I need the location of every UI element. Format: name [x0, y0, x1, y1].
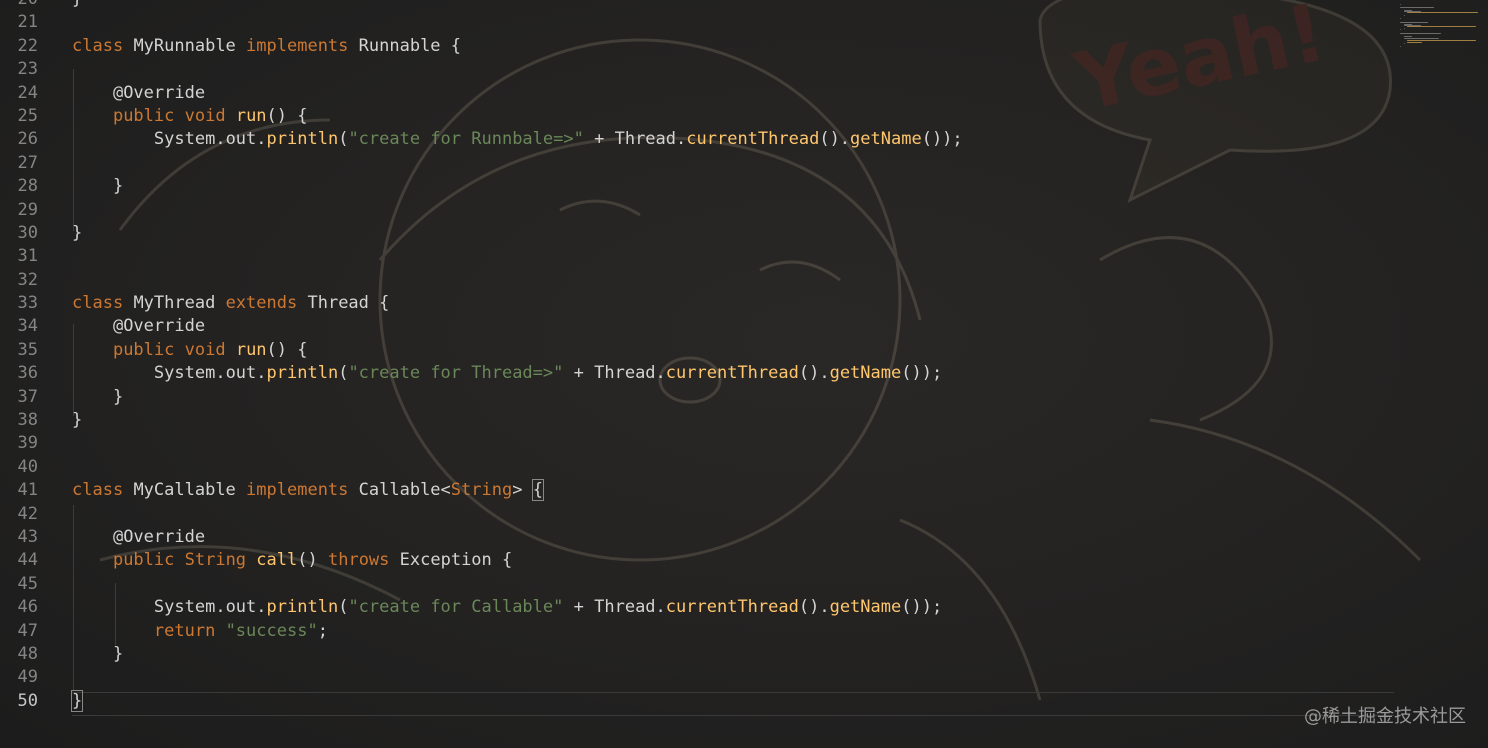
line-source[interactable]: @Override	[72, 526, 205, 549]
line-source[interactable]: return "success";	[72, 620, 328, 643]
line-number: 37	[17, 386, 38, 407]
line-number: 21	[17, 12, 38, 33]
line-number: 36	[17, 363, 38, 384]
minimap-line	[1400, 29, 1401, 31]
line-number: 33	[17, 293, 38, 314]
code-line[interactable]: 29	[0, 199, 1400, 222]
line-source[interactable]: class MyThread extends Thread {	[72, 292, 389, 315]
line-number: 20	[0, 0, 38, 11]
line-source[interactable]: }	[72, 409, 82, 432]
minimap-line	[1403, 15, 1405, 17]
line-source[interactable]: public void run() {	[72, 339, 308, 362]
line-number: 34	[17, 316, 38, 337]
code-line[interactable]: 43 @Override	[0, 526, 1400, 549]
code-line[interactable]: 25 public void run() {	[0, 105, 1400, 128]
code-line[interactable]: 34 @Override	[0, 315, 1400, 338]
code-line[interactable]: 38}	[0, 409, 1400, 432]
line-number: 24	[17, 82, 38, 103]
line-source[interactable]: class MyCallable implements Callable<Str…	[72, 479, 544, 502]
line-number: 38	[17, 410, 38, 431]
line-source[interactable]: }	[70, 689, 84, 713]
code-line[interactable]: 27	[0, 152, 1400, 175]
line-number: 27	[17, 152, 38, 173]
code-line[interactable]: 46 System.out.println("create for Callab…	[0, 596, 1400, 619]
code-line[interactable]: 36 System.out.println("create for Thread…	[0, 362, 1400, 385]
code-line[interactable]: 37 }	[0, 386, 1400, 409]
minimap-line	[1400, 33, 1442, 35]
code-line[interactable]: 39	[0, 432, 1400, 455]
line-number: 50	[17, 690, 38, 711]
line-number: 49	[17, 667, 38, 688]
line-number: 41	[17, 480, 38, 501]
code-line[interactable]: 49	[0, 666, 1400, 689]
line-number: 42	[17, 503, 38, 524]
minimap-line	[1403, 37, 1439, 39]
line-number: 39	[17, 433, 38, 454]
code-line[interactable]: 48 }	[0, 643, 1400, 666]
code-line[interactable]: 22 class MyRunnable implements Runnable {	[0, 35, 1400, 58]
line-number: 40	[17, 456, 38, 477]
code-line[interactable]: 33 class MyThread extends Thread {	[0, 292, 1400, 315]
code-line[interactable]: 30}	[0, 222, 1400, 245]
line-number: 46	[17, 597, 38, 618]
code-line[interactable]: 35 public void run() {	[0, 339, 1400, 362]
line-number: 28	[17, 176, 38, 197]
line-source[interactable]: System.out.println("create for Runnbale=…	[72, 128, 963, 151]
minimap-line	[1400, 18, 1401, 19]
line-number: 32	[17, 269, 38, 290]
line-source[interactable]: @Override	[72, 82, 205, 105]
line-source[interactable]: }	[72, 222, 82, 245]
line-source[interactable]: @Override	[72, 315, 205, 338]
minimap-line	[1403, 27, 1405, 29]
code-line[interactable]: 50}	[0, 689, 1400, 713]
minimap-line	[1400, 4, 1401, 5]
line-number: 30	[17, 222, 38, 243]
line-number: 35	[17, 339, 38, 360]
code-line[interactable]: 28 }	[0, 175, 1400, 198]
code-line[interactable]: 21	[0, 11, 1400, 34]
minimap[interactable]	[1398, 0, 1488, 748]
line-source[interactable]: System.out.println("create for Thread=>"…	[72, 362, 942, 385]
line-source[interactable]: }	[72, 386, 123, 409]
line-number: 43	[17, 526, 38, 547]
minimap-line	[1403, 43, 1405, 45]
minimap-line	[1407, 41, 1423, 43]
code-line[interactable]: 47 return "success";	[0, 620, 1400, 643]
minimap-line	[1400, 6, 1435, 8]
code-line[interactable]: 31	[0, 245, 1400, 268]
code-line[interactable]: 26 System.out.println("create for Runnba…	[0, 128, 1400, 151]
line-number: 31	[17, 246, 38, 267]
code-line[interactable]: 44 public String call() throws Exception…	[0, 549, 1400, 572]
line-number: 29	[17, 199, 38, 220]
line-number: 22	[17, 35, 38, 56]
minimap-line	[1407, 26, 1477, 28]
line-number: 47	[17, 620, 38, 641]
line-source[interactable]: }	[72, 643, 123, 666]
code-line[interactable]: 45	[0, 573, 1400, 596]
code-line[interactable]: 41 class MyCallable implements Callable<S…	[0, 479, 1400, 502]
line-source[interactable]: public String call() throws Exception {	[72, 549, 512, 572]
line-number: 45	[17, 573, 38, 594]
line-number: 48	[17, 643, 38, 664]
line-source[interactable]: public void run() {	[72, 105, 308, 128]
line-source[interactable]: }	[72, 0, 82, 11]
minimap-line	[1407, 12, 1479, 14]
line-number: 23	[17, 59, 38, 80]
code-line[interactable]: 42	[0, 503, 1400, 526]
code-line[interactable]: 24 @Override	[0, 82, 1400, 105]
line-source[interactable]: System.out.println("create for Callable"…	[72, 596, 942, 619]
watermark: @稀土掘金技术社区	[1304, 706, 1466, 727]
line-source[interactable]: class MyRunnable implements Runnable {	[72, 35, 461, 58]
line-number: 44	[17, 550, 38, 571]
code-area[interactable]: 20}2122class MyRunnable implements Runna…	[0, 0, 1400, 713]
code-line[interactable]: 20}	[0, 0, 1400, 11]
code-line[interactable]: 32	[0, 269, 1400, 292]
code-editor[interactable]: Yeah! 20}2122class MyRunnable implements…	[0, 0, 1488, 748]
line-number: 26	[17, 129, 38, 150]
line-number: 25	[17, 105, 38, 126]
minimap-line	[1400, 46, 1401, 47]
code-line[interactable]: 40	[0, 456, 1400, 479]
code-line[interactable]: 23	[0, 58, 1400, 81]
line-source[interactable]: }	[72, 175, 123, 198]
